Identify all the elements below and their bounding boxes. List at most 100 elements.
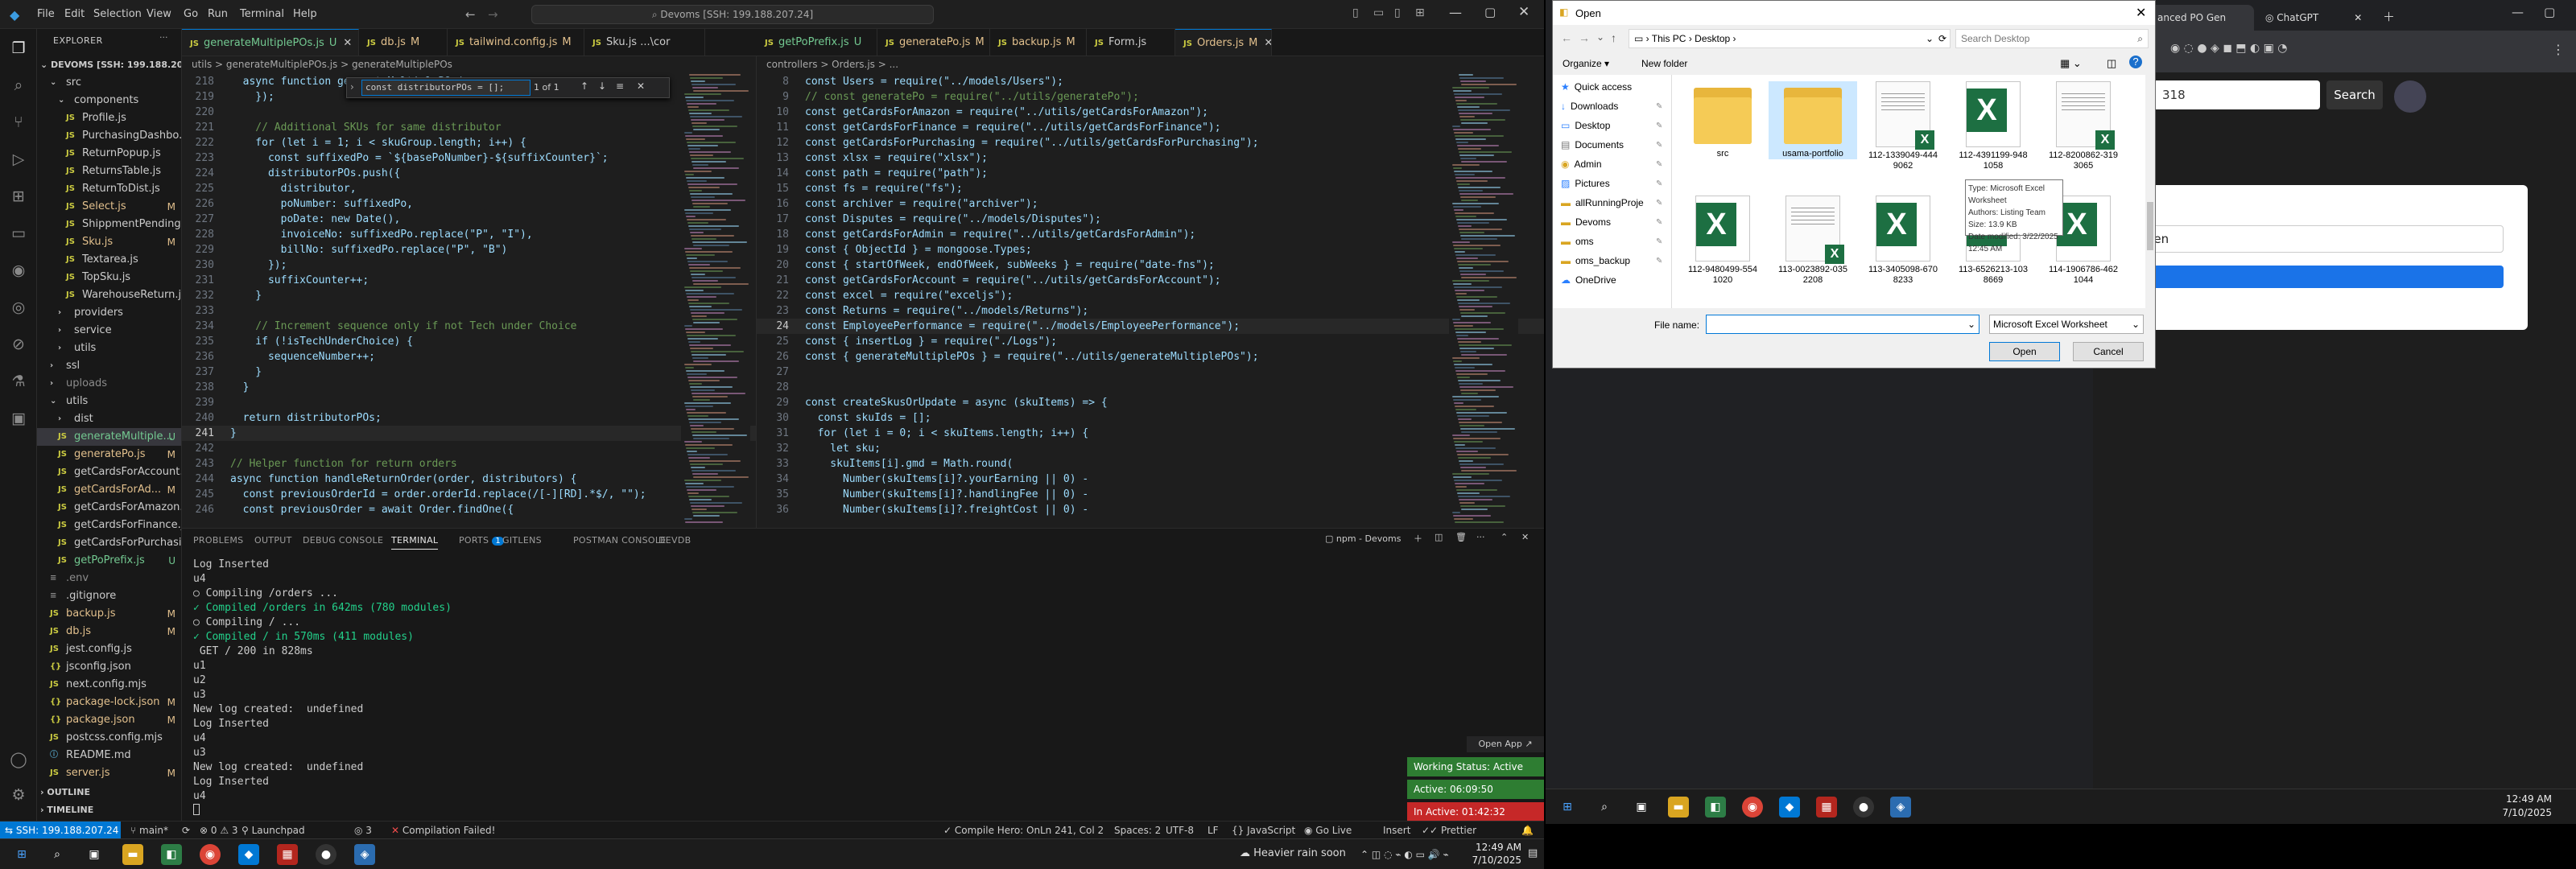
chevron-down-icon[interactable]: ⌄ — [2132, 315, 2140, 333]
tree-item-js[interactable]: JS getCardsForAmazon.js — [37, 499, 181, 517]
editor-tab[interactable]: JS db.js M — [359, 29, 448, 56]
menu-item[interactable]: Selection — [93, 8, 142, 20]
tree-item-js[interactable]: JS TopSku.js — [37, 269, 181, 286]
windows-start-icon[interactable]: ⊞ — [1557, 797, 1578, 818]
nav-item[interactable]: ◉ Admin ✎ — [1561, 155, 1662, 174]
weather-widget[interactable]: ☁ Heavier rain soon — [1240, 847, 1346, 859]
git-branch[interactable]: ⑂ main* — [130, 822, 168, 839]
address-bar[interactable]: ▭ › This PC › Desktop › ⌄ ⟳ — [1629, 29, 1951, 48]
forward-arrow-icon[interactable]: → — [488, 7, 498, 22]
menu-item[interactable]: View — [147, 8, 171, 20]
panel-tab-devdb[interactable]: DEVDB — [658, 535, 691, 546]
docker-icon[interactable]: ▣ — [9, 409, 28, 428]
tree-item-js[interactable]: JS backup.js M — [37, 605, 181, 623]
close-icon[interactable]: ✕ — [1518, 4, 1530, 20]
clock-time[interactable]: 12:49 AM — [2496, 793, 2552, 805]
menu-item[interactable]: Help — [293, 8, 317, 20]
menu-item[interactable]: Terminal — [240, 8, 284, 20]
editor-tab[interactable]: JS Sku.js ...\cor — [584, 29, 705, 56]
chrome-icon[interactable]: ◉ — [200, 844, 221, 865]
editor-tab[interactable]: JS tailwind.config.js M — [448, 29, 584, 56]
layout-panel-icon[interactable]: ▭ — [1373, 6, 1384, 19]
file-grid-scrollbar[interactable] — [2145, 75, 2155, 308]
nav-item[interactable]: ▬ Devoms ✎ — [1561, 213, 1662, 232]
editor-tab[interactable]: JS Form.js — [1087, 29, 1175, 56]
tree-item-js[interactable]: JS Textarea.js — [37, 251, 181, 269]
notifications-bell-icon[interactable]: 🔔 — [1521, 822, 1534, 839]
search-icon[interactable]: ⌕ — [47, 844, 68, 865]
panel-tab-problems[interactable]: PROBLEMS — [193, 535, 243, 546]
explorer-icon[interactable]: ❐ — [9, 39, 28, 58]
xlsx-file-item[interactable]: X 112-8200862-319 3065 — [2039, 81, 2128, 171]
cancel-button[interactable]: Cancel — [2073, 342, 2144, 361]
po-search-input[interactable]: 318 — [2148, 80, 2320, 109]
postman-icon[interactable]: ⊘ — [9, 335, 28, 354]
chrome-icon[interactable]: ◉ — [1742, 797, 1763, 818]
minimize-icon[interactable]: — — [1449, 5, 1462, 20]
nav-item[interactable]: ☁ OneDrive — [1561, 271, 1616, 290]
remote-app-icon[interactable]: ◈ — [354, 844, 375, 865]
tree-item-json[interactable]: {} package-lock.json M — [37, 694, 181, 711]
compile-hero-toggle[interactable]: ✓ Compile Hero: On — [943, 822, 1040, 839]
settings-gear-icon[interactable]: ⚙ — [9, 785, 28, 805]
clock-date[interactable]: 7/10/2025 — [1465, 855, 1521, 866]
encoding[interactable]: UTF-8 — [1166, 822, 1194, 839]
nav-item[interactable]: ▬ oms_backup ✎ — [1561, 252, 1662, 270]
file-explorer-icon[interactable]: ▬ — [1668, 797, 1689, 818]
close-find-icon[interactable]: ✕ — [637, 80, 645, 92]
indentation[interactable]: Spaces: 2 — [1114, 822, 1161, 839]
language-mode[interactable]: {} JavaScript — [1232, 822, 1295, 839]
chevron-down-icon[interactable]: ⌄ — [1967, 315, 1975, 333]
more-actions-icon[interactable]: ··· — [159, 32, 168, 43]
tree-item-json[interactable]: {} package.json M — [37, 711, 181, 729]
maximize-icon[interactable]: ▢ — [2544, 5, 2555, 19]
close-tab-icon[interactable]: ✕ — [2354, 12, 2362, 23]
minimize-icon[interactable]: — — [2512, 5, 2524, 19]
task-view-icon[interactable]: ▣ — [84, 844, 105, 865]
tree-item-folder[interactable]: › dist — [37, 410, 181, 428]
nav-item[interactable]: ▨ Pictures ✎ — [1561, 175, 1662, 193]
menu-item[interactable]: Go — [184, 8, 198, 20]
app-taskbar-icon[interactable]: ▦ — [1816, 797, 1837, 818]
menu-item[interactable]: File — [37, 8, 55, 20]
outline-section[interactable]: › OUTLINE — [40, 787, 90, 797]
back-arrow-icon[interactable]: ← — [465, 7, 476, 22]
back-arrow-icon[interactable]: ← — [1561, 31, 1572, 44]
organize-menu[interactable]: Organize ▾ — [1563, 58, 1609, 69]
task-view-icon[interactable]: ▣ — [1631, 797, 1652, 818]
tree-item-js[interactable]: JS Select.js M — [37, 198, 181, 216]
previous-match-icon[interactable]: ↑ — [580, 80, 588, 92]
launchpad-button[interactable]: ⚲ Launchpad — [242, 822, 305, 839]
up-arrow-icon[interactable]: ↑ — [1611, 31, 1616, 44]
code-area-right[interactable]: 8 const Users = require("../models/Users"… — [757, 74, 1544, 528]
kill-terminal-icon[interactable]: 🗑 — [1455, 532, 1467, 542]
folder-item[interactable]: src — [1678, 81, 1767, 159]
minimap-right[interactable] — [1449, 74, 1518, 528]
panel-tab-ports[interactable]: PORTS 1 — [459, 535, 505, 546]
help-icon[interactable]: ? — [2129, 56, 2142, 68]
editor-tab[interactable]: JS generatePo.js M — [877, 29, 990, 56]
terminal-cursor[interactable] — [193, 804, 200, 815]
tree-item-js[interactable]: JS getCardsForFinance.js — [37, 517, 181, 534]
search-icon[interactable]: ⌕ — [9, 76, 28, 95]
tree-item-folder-open[interactable]: ⌄ components — [37, 92, 181, 109]
file-explorer-icon[interactable]: ▬ — [122, 844, 143, 865]
minimap-left[interactable] — [681, 74, 750, 528]
tree-item-folder[interactable]: › ssl — [37, 357, 181, 375]
chrome-tab[interactable]: anced PO Gen — [2149, 5, 2254, 31]
new-folder-button[interactable]: New folder — [1641, 58, 1687, 69]
chevron-right-icon[interactable]: › — [350, 81, 354, 93]
vscode-taskbar-icon[interactable]: ◆ — [1779, 797, 1800, 818]
workspace-root[interactable]: ⌄ DEVOMS [SSH: 199.188.20... — [40, 56, 181, 74]
github-desktop-icon[interactable]: ● — [1853, 797, 1874, 818]
tree-item-js[interactable]: JS Profile.js — [37, 109, 181, 127]
github-desktop-icon[interactable]: ● — [316, 844, 336, 865]
source-control-icon[interactable]: ⑂ — [9, 113, 28, 132]
panel-tab-debug-console[interactable]: DEBUG CONSOLE — [303, 535, 383, 546]
editor-tab[interactable]: JS backup.js M — [990, 29, 1087, 56]
new-tab-icon[interactable]: ＋ — [2383, 8, 2395, 25]
xlsx-file-item[interactable]: X 112-9480499-554 1020 — [1678, 196, 1767, 286]
panel-tab-output[interactable]: OUTPUT — [254, 535, 292, 546]
editor-tab[interactable]: JS generateMultiplePOs.js U ✕ — [182, 29, 359, 56]
go-live-button[interactable]: ◉ Go Live — [1304, 822, 1352, 839]
